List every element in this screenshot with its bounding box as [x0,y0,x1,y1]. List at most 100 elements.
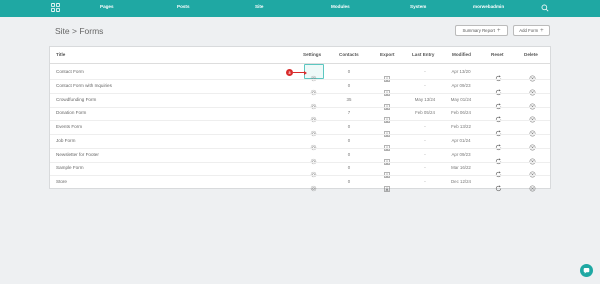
reset-icon[interactable] [495,124,502,136]
contacts-count: 0 [347,152,351,157]
header-reset: Reset [491,52,504,57]
delete-icon[interactable] [529,97,536,109]
delete-icon[interactable] [529,165,536,177]
export-download-icon[interactable] [384,83,390,96]
grid-logo-icon[interactable] [51,3,60,12]
settings-gear-icon[interactable] [310,138,317,150]
export-download-icon[interactable] [384,69,390,82]
last-entry-date: - [424,165,426,170]
contacts-count: 35 [346,97,352,102]
header-modified: Modified [452,52,471,57]
summary-report-label: Summary Report [462,28,495,33]
nav-user[interactable]: morwebadmin [473,4,504,9]
modified-date: Apr 01/24 [451,138,471,143]
export-download-icon[interactable] [384,152,390,165]
contacts-count: 0 [347,138,351,143]
summary-report-button[interactable]: Summary Report + [455,25,508,36]
chat-button[interactable] [580,264,593,277]
row-title[interactable]: Contact Form [56,69,84,74]
contacts-count: 0 [347,69,351,74]
header-delete: Delete [524,52,538,57]
modified-date: Mar 16/22 [451,165,471,170]
page-title: Site > Forms [55,26,104,36]
contacts-count: 0 [347,83,351,88]
reset-icon[interactable] [495,83,502,95]
modified-date: Dec 12/24 [450,179,471,184]
settings-gear-icon[interactable] [310,110,317,122]
reset-icon[interactable] [495,110,502,122]
header-divider [50,63,550,64]
row-title[interactable]: Job Form [56,138,75,143]
last-entry-date: - [424,83,426,88]
modified-date: Apr 13/20 [451,69,471,74]
header-contacts: Contacts [339,52,359,57]
header-last-entry: Last Entry [412,52,435,57]
chat-icon [583,268,590,274]
export-download-icon[interactable] [384,165,390,178]
nav-pages[interactable]: Pages [100,4,114,9]
row-divider [50,161,550,162]
top-nav: Pages Posts Site Modules System morwebad… [0,0,600,17]
settings-gear-icon[interactable] [310,97,317,109]
row-title[interactable]: Sample Form [56,165,84,170]
modified-date: Apr 09/23 [451,152,471,157]
reset-icon[interactable] [495,69,502,81]
delete-icon[interactable] [529,138,536,150]
header-title: Title [56,52,66,57]
delete-icon[interactable] [529,152,536,164]
settings-gear-icon[interactable] [310,124,317,136]
settings-gear-icon[interactable] [310,83,317,95]
row-title[interactable]: Newsletter for Footer [56,152,99,157]
contacts-count: 7 [347,110,351,115]
settings-gear-icon[interactable] [310,69,317,81]
reset-icon[interactable] [495,165,502,177]
last-entry-date: - [424,124,426,129]
header-settings: Settings [303,52,322,57]
add-form-button[interactable]: Add Form + [513,25,550,36]
row-divider [50,174,550,175]
reset-icon[interactable] [495,138,502,150]
row-divider [50,92,550,93]
last-entry-date: - [424,152,426,157]
settings-gear-icon[interactable] [310,179,317,191]
row-divider [50,119,550,120]
contacts-count: 0 [347,165,351,170]
modified-date: May 01/24 [450,97,472,102]
nav-system[interactable]: System [410,4,426,9]
plus-icon: + [496,27,501,34]
search-icon[interactable] [541,4,549,12]
delete-icon[interactable] [529,69,536,81]
add-form-label: Add Form [519,28,539,33]
delete-icon[interactable] [529,124,536,136]
settings-gear-icon[interactable] [310,152,317,164]
delete-icon[interactable] [529,179,536,191]
nav-posts[interactable]: Posts [177,4,190,9]
contacts-count: 0 [347,124,351,129]
reset-icon[interactable] [495,179,502,191]
row-title[interactable]: Donation Form [56,110,86,115]
export-download-icon[interactable] [384,97,390,110]
row-title[interactable]: Events Form [56,124,82,129]
export-download-icon[interactable] [384,124,390,137]
export-download-icon[interactable] [384,110,390,123]
modified-date: Apr 09/23 [451,83,471,88]
settings-gear-icon[interactable] [310,165,317,177]
row-title[interactable]: Store [56,179,67,184]
reset-icon[interactable] [495,97,502,109]
nav-site[interactable]: Site [255,4,263,9]
delete-icon[interactable] [529,83,536,95]
row-title[interactable]: Crowdfunding Form [56,97,96,102]
export-download-icon[interactable] [384,138,390,151]
row-title[interactable]: Contact Form with Inquiries [56,83,112,88]
export-download-icon[interactable] [384,179,390,192]
row-divider [50,147,550,148]
row-divider [50,133,550,134]
last-entry-date: May 13/24 [414,97,436,102]
step-badge: 3 [286,69,293,76]
row-divider [50,106,550,107]
last-entry-date: Feb 05/24 [415,110,435,115]
delete-icon[interactable] [529,110,536,122]
reset-icon[interactable] [495,152,502,164]
nav-modules[interactable]: Modules [331,4,350,9]
modified-date: Feb 06/24 [451,110,471,115]
